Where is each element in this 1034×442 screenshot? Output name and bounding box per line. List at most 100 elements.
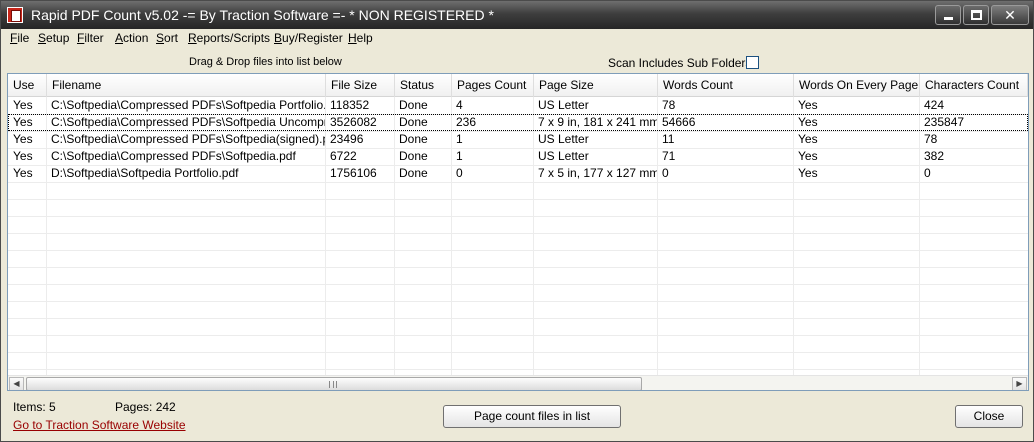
- menu-setup[interactable]: Setup: [38, 30, 69, 46]
- page-count-button[interactable]: Page count files in list: [443, 405, 621, 428]
- cell-characters-count: 78: [924, 132, 938, 146]
- column-header-status[interactable]: Status: [395, 74, 452, 97]
- menu-filter[interactable]: Filter: [77, 30, 104, 46]
- cell-characters-count: 235847: [924, 115, 965, 129]
- menu-help[interactable]: Help: [348, 30, 373, 46]
- table-row[interactable]: Yes D:\Softpedia\Softpedia Portfolio.pdf…: [8, 165, 1028, 182]
- cell-page-size: US Letter: [538, 149, 589, 163]
- row-divider: [8, 352, 1028, 353]
- column-header-pages-count[interactable]: Pages Count: [452, 74, 534, 97]
- column-header-page-size[interactable]: Page Size: [534, 74, 658, 97]
- row-divider: [8, 301, 1028, 302]
- cell-file-size: 3526082: [330, 115, 377, 129]
- row-divider: [8, 335, 1028, 336]
- table-row[interactable]: Yes C:\Softpedia\Compressed PDFs\Softped…: [8, 148, 1028, 165]
- menu-reports-scripts[interactable]: Reports/Scripts: [188, 30, 270, 46]
- column-header-filename[interactable]: Filename: [47, 74, 326, 97]
- window-title: Rapid PDF Count v5.02 -= By Traction Sof…: [31, 7, 494, 23]
- grid-body: Yes C:\Softpedia\Compressed PDFs\Softped…: [8, 97, 1028, 376]
- close-icon: ✕: [1004, 7, 1016, 23]
- row-divider: [8, 216, 1028, 217]
- cell-words-every-page: Yes: [798, 132, 818, 146]
- drag-drop-hint: Drag & Drop files into list below: [189, 56, 342, 68]
- cell-page-size: 7 x 5 in, 177 x 127 mm: [538, 166, 657, 180]
- table-row[interactable]: Yes C:\Softpedia\Compressed PDFs\Softped…: [8, 131, 1028, 148]
- cell-use[interactable]: Yes: [8, 97, 46, 114]
- file-list-grid[interactable]: Use Filename File Size Status Pages Coun…: [7, 73, 1029, 391]
- cell-filename: C:\Softpedia\Compressed PDFs\Softpedia(s…: [51, 132, 325, 146]
- column-header-words-on-every-page[interactable]: Words On Every Page: [794, 74, 920, 97]
- row-divider: [8, 284, 1028, 285]
- cell-words-every-page: Yes: [798, 98, 818, 112]
- cell-file-size: 23496: [330, 132, 364, 146]
- cell-words-every-page: Yes: [798, 115, 818, 129]
- main-window: Rapid PDF Count v5.02 -= By Traction Sof…: [0, 0, 1034, 442]
- row-divider: [8, 250, 1028, 251]
- row-divider: [8, 233, 1028, 234]
- menu-bar: File Setup Filter Action Sort Reports/Sc…: [1, 29, 1033, 47]
- cell-filename: D:\Softpedia\Softpedia Portfolio.pdf: [51, 166, 239, 180]
- cell-characters-count: 0: [924, 166, 931, 180]
- horizontal-scrollbar[interactable]: ◀ ▶: [8, 375, 1028, 390]
- cell-pages-count: 1: [456, 132, 463, 146]
- scroll-right-button[interactable]: ▶: [1012, 377, 1027, 390]
- cell-words-count: 78: [662, 98, 676, 112]
- cell-use[interactable]: Yes: [8, 131, 46, 148]
- cell-words-every-page: Yes: [798, 149, 818, 163]
- cell-pages-count: 1: [456, 149, 463, 163]
- scrollbar-thumb[interactable]: [26, 377, 642, 390]
- column-header-characters-count[interactable]: Characters Count: [920, 74, 1028, 97]
- menu-file[interactable]: File: [10, 30, 29, 46]
- cell-words-count: 54666: [662, 115, 696, 129]
- cell-words-count: 0: [662, 166, 669, 180]
- pages-total: Pages: 242: [115, 400, 176, 414]
- arrow-left-icon: ◀: [13, 379, 20, 388]
- column-header-file-size[interactable]: File Size: [326, 74, 395, 97]
- items-count: Items: 5: [13, 400, 56, 414]
- title-bar[interactable]: Rapid PDF Count v5.02 -= By Traction Sof…: [1, 1, 1033, 29]
- cell-page-size: US Letter: [538, 132, 589, 146]
- cell-words-count: 71: [662, 149, 676, 163]
- maximize-icon: [971, 10, 982, 20]
- cell-file-size: 118352: [330, 98, 370, 112]
- row-divider: [8, 369, 1028, 370]
- cell-status: Done: [399, 132, 428, 146]
- menu-sort[interactable]: Sort: [156, 30, 178, 46]
- table-row[interactable]: Yes C:\Softpedia\Compressed PDFs\Softped…: [8, 97, 1028, 114]
- menu-buy-register[interactable]: Buy/Register: [274, 30, 343, 46]
- scroll-left-button[interactable]: ◀: [9, 377, 24, 390]
- cell-use[interactable]: Yes: [8, 148, 46, 165]
- cell-filename: C:\Softpedia\Compressed PDFs\Softpedia P…: [51, 98, 325, 112]
- cell-filename: C:\Softpedia\Compressed PDFs\Softpedia U…: [51, 115, 325, 129]
- cell-use[interactable]: Yes: [8, 165, 46, 182]
- cell-use[interactable]: Yes: [8, 114, 46, 131]
- cell-pages-count: 0: [456, 166, 463, 180]
- table-row[interactable]: Yes C:\Softpedia\Compressed PDFs\Softped…: [8, 114, 1028, 131]
- cell-characters-count: 424: [924, 98, 945, 112]
- column-header-use[interactable]: Use: [8, 74, 47, 97]
- traction-website-link[interactable]: Go to Traction Software Website: [13, 418, 186, 432]
- scan-subfolders-label: Scan Includes Sub Folders: [608, 56, 752, 70]
- row-divider: [8, 199, 1028, 200]
- row-divider: [8, 182, 1028, 183]
- cell-pages-count: 236: [456, 115, 477, 129]
- cell-file-size: 6722: [330, 149, 357, 163]
- grip-icon: [329, 381, 337, 388]
- cell-words-every-page: Yes: [798, 166, 818, 180]
- pdf-app-icon[interactable]: [7, 7, 23, 23]
- close-button[interactable]: Close: [955, 405, 1023, 428]
- cell-file-size: 1756106: [330, 166, 377, 180]
- cell-status: Done: [399, 115, 428, 129]
- cell-filename: C:\Softpedia\Compressed PDFs\Softpedia.p…: [51, 149, 296, 163]
- column-header-words-count[interactable]: Words Count: [658, 74, 794, 97]
- minimize-button[interactable]: [935, 5, 961, 25]
- cell-status: Done: [399, 166, 428, 180]
- maximize-button[interactable]: [963, 5, 989, 25]
- menu-action[interactable]: Action: [115, 30, 148, 46]
- arrow-right-icon: ▶: [1016, 379, 1023, 388]
- cell-characters-count: 382: [924, 149, 945, 163]
- row-divider: [8, 318, 1028, 319]
- cell-page-size: US Letter: [538, 98, 589, 112]
- scan-subfolders-checkbox[interactable]: [746, 56, 759, 69]
- window-close-button[interactable]: ✕: [991, 5, 1029, 25]
